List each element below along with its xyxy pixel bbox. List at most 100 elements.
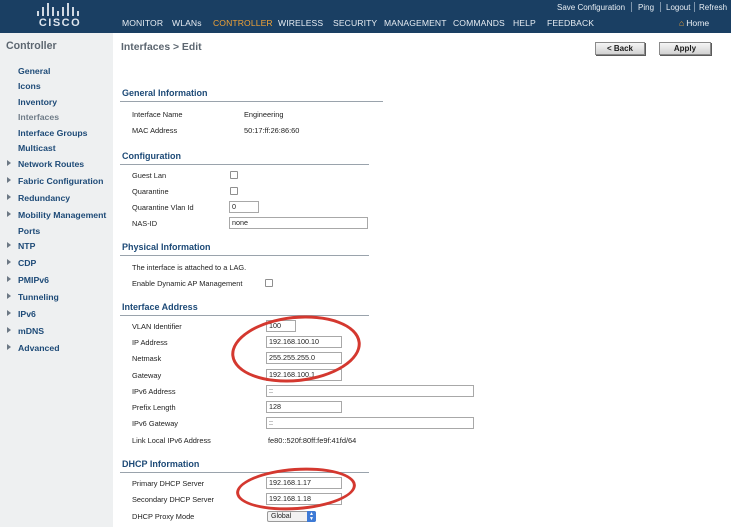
ipv6-address-label: IPv6 Address [132, 387, 176, 396]
sidebar-item-cdp[interactable]: CDP [18, 258, 36, 268]
section-divider [120, 255, 369, 256]
quarantine-vlan-field[interactable]: 0 [229, 201, 259, 213]
link-local-ipv6-label: Link Local IPv6 Address [132, 436, 211, 445]
sidebar-item-advanced[interactable]: Advanced [18, 343, 60, 353]
netmask-label: Netmask [132, 354, 162, 363]
ipv6-gateway-label: IPv6 Gateway [132, 419, 179, 428]
highlight-ring-ip-settings [227, 309, 365, 389]
quarantine-checkbox[interactable] [230, 187, 238, 195]
page-title: Interfaces > Edit [121, 42, 202, 53]
refresh-link[interactable]: Refresh [699, 3, 727, 12]
nav-feedback[interactable]: FEEDBACK [547, 18, 594, 28]
back-button[interactable]: < Back [595, 42, 645, 55]
cisco-wordmark: CISCO [38, 17, 82, 29]
expand-arrow-icon[interactable] [7, 310, 11, 316]
expand-arrow-icon[interactable] [7, 194, 11, 200]
select-arrows-icon: ▲ ▼ [307, 511, 316, 522]
sidebar-item-interface-groups[interactable]: Interface Groups [18, 128, 88, 138]
section-interface-address: Interface Address [122, 302, 198, 312]
quarantine-vlan-label: Quarantine Vlan Id [132, 203, 194, 212]
guest-lan-checkbox[interactable] [230, 171, 238, 179]
prefix-length-field[interactable]: 128 [266, 401, 342, 413]
wlc-controller-page: CISCO Save Configuration Ping Logout Ref… [0, 0, 731, 527]
expand-arrow-icon[interactable] [7, 327, 11, 333]
link-local-ipv6-value: fe80::520f:80ff:fe9f:41fd/64 [268, 436, 357, 445]
sidebar-item-mobility-management[interactable]: Mobility Management [18, 210, 106, 220]
nas-id-label: NAS-ID [132, 219, 158, 228]
section-general-information: General Information [122, 88, 208, 98]
expand-arrow-icon[interactable] [7, 276, 11, 282]
cisco-logo: CISCO [33, 2, 87, 30]
sidebar-item-mdns[interactable]: mDNS [18, 326, 44, 336]
prefix-length-label: Prefix Length [132, 403, 176, 412]
nav-commands[interactable]: COMMANDS [453, 18, 505, 28]
logout-link[interactable]: Logout [666, 3, 690, 12]
divider [631, 2, 632, 12]
mac-address-label: MAC Address [132, 126, 178, 135]
nas-id-field[interactable]: none [229, 217, 368, 229]
section-dhcp-information: DHCP Information [122, 459, 200, 469]
guest-lan-label: Guest Lan [132, 171, 167, 180]
expand-arrow-icon[interactable] [7, 259, 11, 265]
interface-name-value: Engineering [244, 110, 284, 119]
ipv6-gateway-field[interactable]: :: [266, 417, 474, 429]
primary-dhcp-label: Primary DHCP Server [132, 479, 205, 488]
home-link[interactable]: ⌂ Home [679, 18, 709, 28]
sidebar-item-redundancy[interactable]: Redundancy [18, 193, 70, 203]
nav-management[interactable]: MANAGEMENT [384, 18, 447, 28]
section-divider [120, 101, 383, 102]
home-label: Home [686, 18, 710, 28]
section-divider [120, 315, 369, 316]
sidebar-item-network-routes[interactable]: Network Routes [18, 159, 84, 169]
expand-arrow-icon[interactable] [7, 177, 11, 183]
dynamic-ap-management-label: Enable Dynamic AP Management [132, 279, 243, 288]
expand-arrow-icon[interactable] [7, 344, 11, 350]
ping-link[interactable]: Ping [638, 3, 654, 12]
dhcp-proxy-mode-select[interactable]: Global ▲ ▼ [267, 511, 316, 522]
sidebar-item-multicast[interactable]: Multicast [18, 143, 56, 153]
lag-status-text: The interface is attached to a LAG. [132, 263, 247, 272]
dhcp-proxy-mode-label: DHCP Proxy Mode [132, 512, 195, 521]
nav-wlans[interactable]: WLANs [172, 18, 202, 28]
sidebar: Controller [0, 33, 113, 527]
section-configuration: Configuration [122, 151, 181, 161]
sidebar-item-fabric-configuration[interactable]: Fabric Configuration [18, 176, 103, 186]
sidebar-item-icons[interactable]: Icons [18, 81, 41, 91]
expand-arrow-icon[interactable] [7, 293, 11, 299]
sidebar-item-ipv6[interactable]: IPv6 [18, 309, 36, 319]
divider [660, 2, 661, 12]
vlan-identifier-label: VLAN Identifier [132, 322, 182, 331]
mac-address-value: 50:17:ff:26:86:60 [244, 126, 300, 135]
sidebar-item-interfaces[interactable]: Interfaces [18, 112, 59, 122]
secondary-dhcp-label: Secondary DHCP Server [132, 495, 215, 504]
divider [694, 2, 695, 12]
section-divider [120, 164, 369, 165]
expand-arrow-icon[interactable] [7, 211, 11, 217]
expand-arrow-icon[interactable] [7, 242, 11, 248]
sidebar-item-tunneling[interactable]: Tunneling [18, 292, 59, 302]
top-navigation-bar: CISCO Save Configuration Ping Logout Ref… [0, 0, 731, 33]
nav-wireless[interactable]: WIRELESS [278, 18, 323, 28]
home-icon: ⌂ [679, 18, 685, 28]
gateway-label: Gateway [132, 371, 162, 380]
nav-monitor[interactable]: MONITOR [122, 18, 163, 28]
sidebar-item-ntp[interactable]: NTP [18, 241, 35, 251]
apply-button[interactable]: Apply [659, 42, 711, 55]
nav-help[interactable]: HELP [513, 18, 536, 28]
sidebar-title: Controller [6, 40, 57, 52]
sidebar-item-ports[interactable]: Ports [18, 226, 40, 236]
sidebar-item-inventory[interactable]: Inventory [18, 97, 57, 107]
ipv6-address-field[interactable]: :: [266, 385, 474, 397]
expand-arrow-icon[interactable] [7, 160, 11, 166]
cisco-bars-icon [37, 3, 83, 16]
save-configuration-link[interactable]: Save Configuration [557, 3, 625, 12]
interface-name-label: Interface Name [132, 110, 183, 119]
dhcp-proxy-mode-value: Global [271, 513, 292, 520]
quarantine-label: Quarantine [132, 187, 169, 196]
sidebar-item-general[interactable]: General [18, 66, 50, 76]
dynamic-ap-management-checkbox[interactable] [265, 279, 273, 287]
nav-security[interactable]: SECURITY [333, 18, 377, 28]
nav-controller[interactable]: CONTROLLER [213, 18, 273, 28]
section-physical-information: Physical Information [122, 242, 211, 252]
sidebar-item-pmipv6[interactable]: PMIPv6 [18, 275, 49, 285]
